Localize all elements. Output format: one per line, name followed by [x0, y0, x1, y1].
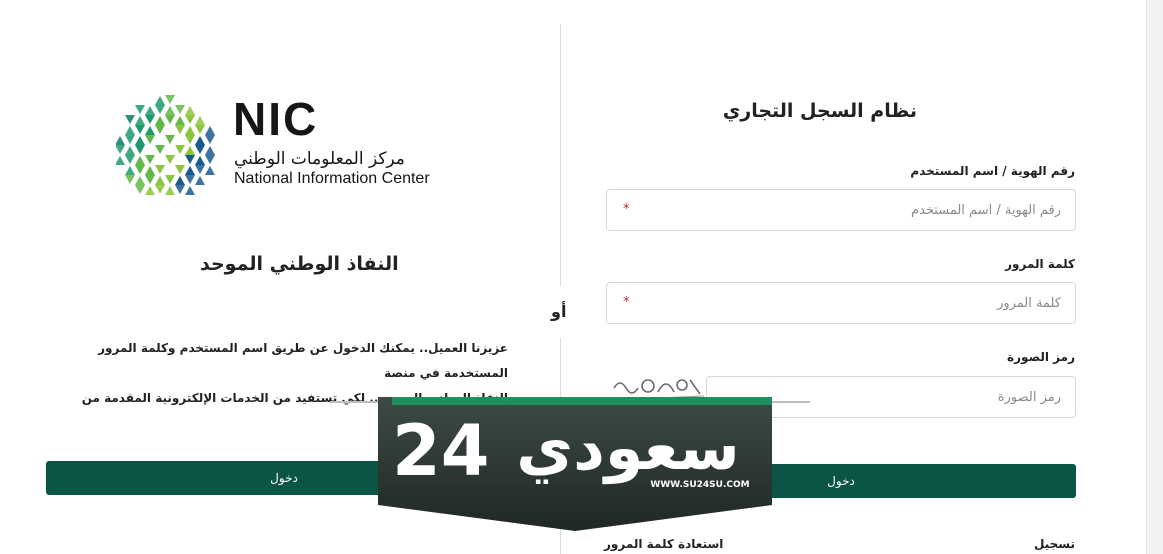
nic-logo-triangle: [165, 135, 175, 144]
nic-english-name: National Information Center: [234, 170, 430, 187]
nic-logo-triangle: [185, 115, 195, 124]
nic-logo-triangle: [185, 155, 195, 164]
or-separator: أو: [551, 302, 567, 321]
password-input[interactable]: [607, 283, 1075, 323]
recover-password-link[interactable]: استعادة كلمة المرور: [604, 537, 723, 551]
nic-logo-triangle: [185, 126, 195, 135]
id-input[interactable]: [607, 190, 1075, 230]
nic-logo-triangle: [145, 115, 155, 124]
nic-logo-triangle: [135, 185, 145, 194]
commercial-register-title: نظام السجل التجاري: [722, 100, 917, 122]
watermark-accent-stripe: [392, 397, 772, 405]
nic-logo-triangle: [155, 145, 165, 154]
nic-acronym: NIC: [233, 93, 319, 145]
nic-logo-triangle: [135, 165, 145, 174]
captcha-label: رمز الصورة: [1007, 350, 1075, 364]
nic-logo-triangle: [175, 185, 185, 194]
nic-logo-triangle: [145, 175, 155, 184]
nic-logo-triangle: [155, 176, 165, 185]
nic-logo-triangle: [175, 145, 185, 154]
nic-logo-triangle: [195, 176, 205, 185]
nic-logo-triangle: [175, 176, 185, 185]
password-field-box: *: [606, 282, 1076, 324]
id-label: رقم الهوية / اسم المستخدم: [910, 164, 1075, 178]
nic-logo-triangle: [116, 136, 125, 145]
nic-logo-triangle: [145, 126, 155, 135]
nic-logo-triangle: [205, 166, 215, 175]
nic-logo-triangle: [185, 166, 195, 175]
watermark-number: 24: [392, 410, 489, 492]
nic-logo-triangle: [165, 175, 175, 184]
watermark-url: WWW.SU24SU.COM: [650, 480, 749, 490]
nic-logo-triangle: [175, 105, 185, 114]
nic-logo-triangle: [145, 155, 155, 164]
nic-logo-triangle: [185, 135, 195, 144]
nic-logo-triangle: [165, 106, 175, 115]
nic-logo-triangle: [135, 116, 145, 125]
vertical-divider-top: [560, 24, 561, 286]
nic-logo-triangle: [205, 135, 215, 144]
nic-logo-triangle: [165, 95, 175, 104]
nic-logo-triangle: [135, 125, 145, 134]
nic-logo-triangle: [195, 156, 205, 165]
nic-logo-triangle: [155, 96, 165, 105]
nic-logo-triangle: [175, 116, 185, 125]
nic-logo-triangle: [116, 145, 125, 154]
password-label: كلمة المرور: [1005, 257, 1075, 271]
nic-logo-triangle: [195, 145, 205, 154]
nic-logo-triangle: [165, 186, 175, 195]
nic-logo-triangle: [165, 115, 175, 124]
su24-watermark-logo: 24 سعودي WWW.SU24SU.COM: [378, 397, 772, 531]
nic-logo-triangle: [145, 186, 155, 195]
nic-logo-triangle: [205, 155, 215, 164]
nafath-title: النفاذ الوطني الموحد: [200, 253, 399, 275]
nic-logo-icon: [116, 95, 215, 195]
nic-logo-triangle: [135, 156, 145, 165]
nic-logo-triangle: [135, 105, 145, 114]
nic-logo-triangle: [125, 126, 135, 135]
nic-logo-triangle: [125, 115, 135, 124]
nic-logo-triangle: [155, 185, 165, 194]
nic-logo-triangle: [125, 155, 135, 164]
nic-logo-triangle: [135, 145, 145, 154]
nic-logo-triangle: [205, 126, 215, 135]
nic-logo-triangle: [195, 125, 205, 134]
nic-logo-triangle: [125, 146, 135, 155]
nic-logo-triangle: [185, 186, 195, 195]
nic-logo-triangle: [165, 155, 175, 164]
nic-logo-triangle: [135, 136, 145, 145]
nafath-description-line-1: عزيزنا العميل.. يمكنك الدخول عن طريق اسم…: [98, 341, 508, 380]
nic-logo-triangle: [185, 146, 195, 155]
nic-logo-triangle: [155, 116, 165, 125]
nic-logo-triangle: [185, 175, 195, 184]
nic-arabic-name: مركز المعلومات الوطني: [234, 149, 405, 169]
nic-logo-triangle: [155, 105, 165, 114]
nic-logo-triangle: [205, 146, 215, 155]
page-scroll-edge: [1146, 0, 1163, 554]
id-field-box: *: [606, 189, 1076, 231]
nic-logo-triangle: [125, 175, 135, 184]
nic-logo-triangle: [145, 135, 155, 144]
nic-logo-triangle: [155, 165, 165, 174]
nic-logo-triangle: [195, 165, 205, 174]
nic-logo-triangle: [175, 165, 185, 174]
nic-logo-triangle: [145, 166, 155, 175]
nic-logo-triangle: [125, 135, 135, 144]
register-link[interactable]: تسجيل: [1034, 537, 1075, 551]
watermark-arabic-text: سعودي: [516, 411, 739, 484]
nic-logo-triangle: [145, 106, 155, 115]
nic-logo-triangle: [116, 156, 125, 165]
nic-logo-triangle: [175, 125, 185, 134]
nic-logo-triangle: [135, 176, 145, 185]
nic-logo-triangle: [125, 166, 135, 175]
nic-logo-triangle: [195, 116, 205, 125]
nic-logo-triangle: [195, 136, 205, 145]
nic-logo-triangle: [185, 106, 195, 115]
nic-logo-triangle: [155, 125, 165, 134]
